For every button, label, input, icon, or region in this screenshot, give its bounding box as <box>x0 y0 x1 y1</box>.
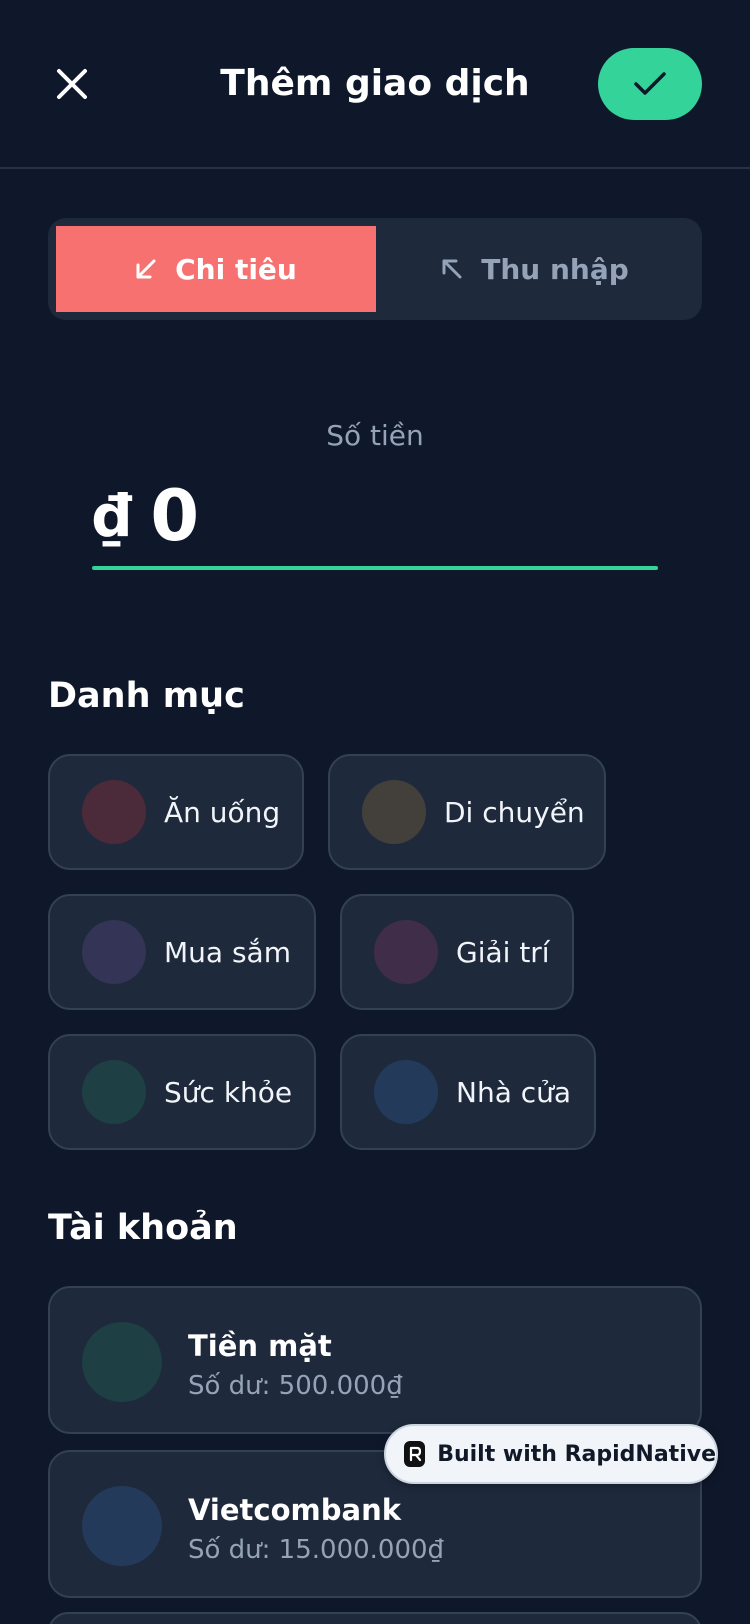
account-item[interactable]: Tiền mặt Số dư: 500.000₫ <box>48 1286 702 1434</box>
category-icon <box>374 920 438 984</box>
category-chip[interactable]: Ăn uống <box>48 754 304 870</box>
badge-text: Built with RapidNative <box>437 1441 716 1467</box>
category-chip[interactable]: Giải trí <box>340 894 574 1010</box>
r-logo-glyph <box>409 1446 421 1462</box>
currency-symbol: ₫ <box>92 482 133 550</box>
account-balance: Số dư: 500.000₫ <box>188 1371 403 1401</box>
rapidnative-logo-icon <box>404 1441 426 1467</box>
tab-expense[interactable]: Chi tiêu <box>56 226 376 312</box>
tab-income[interactable]: Thu nhập <box>376 226 694 312</box>
account-name: Tiền mặt <box>188 1329 332 1363</box>
transaction-type-toggle: Chi tiêu Thu nhập <box>48 218 702 320</box>
amount-value: 0 <box>150 475 200 557</box>
category-chip[interactable]: Sức khỏe <box>48 1034 316 1150</box>
header: Thêm giao dịch <box>0 0 750 169</box>
account-item-partial[interactable] <box>48 1612 702 1624</box>
category-icon <box>374 1060 438 1124</box>
category-label: Di chuyển <box>444 795 585 829</box>
account-balance: Số dư: 15.000.000₫ <box>188 1535 445 1565</box>
arrow-down-left-icon <box>136 259 156 279</box>
add-transaction-screen: Thêm giao dịch Chi tiêu Thu nhập Số tiền… <box>0 0 750 1624</box>
tab-expense-label: Chi tiêu <box>175 252 297 286</box>
categories-title: Danh mục <box>48 676 245 716</box>
category-label: Sức khỏe <box>164 1075 293 1109</box>
category-icon <box>82 1060 146 1124</box>
account-name: Vietcombank <box>188 1493 401 1527</box>
category-icon <box>82 920 146 984</box>
save-button[interactable] <box>598 48 702 120</box>
category-chip[interactable]: Di chuyển <box>328 754 606 870</box>
accounts-title: Tài khoản <box>48 1208 238 1248</box>
amount-label: Số tiền <box>326 419 424 452</box>
category-label: Ăn uống <box>164 795 281 829</box>
amount-input[interactable]: ₫ 0 <box>92 468 199 564</box>
category-icon <box>82 780 146 844</box>
tab-income-label: Thu nhập <box>481 252 629 286</box>
category-icon <box>362 780 426 844</box>
category-label: Mua sắm <box>164 935 291 969</box>
account-icon <box>82 1486 162 1566</box>
category-label: Giải trí <box>456 935 550 969</box>
checkmark-icon <box>634 72 666 95</box>
amount-underline <box>92 566 658 570</box>
category-label: Nhà cửa <box>456 1075 572 1109</box>
arrow-up-left-icon <box>442 259 462 279</box>
category-chip[interactable]: Mua sắm <box>48 894 316 1010</box>
account-icon <box>82 1322 162 1402</box>
built-with-badge[interactable]: Built with RapidNative <box>384 1424 718 1484</box>
category-chip[interactable]: Nhà cửa <box>340 1034 596 1150</box>
